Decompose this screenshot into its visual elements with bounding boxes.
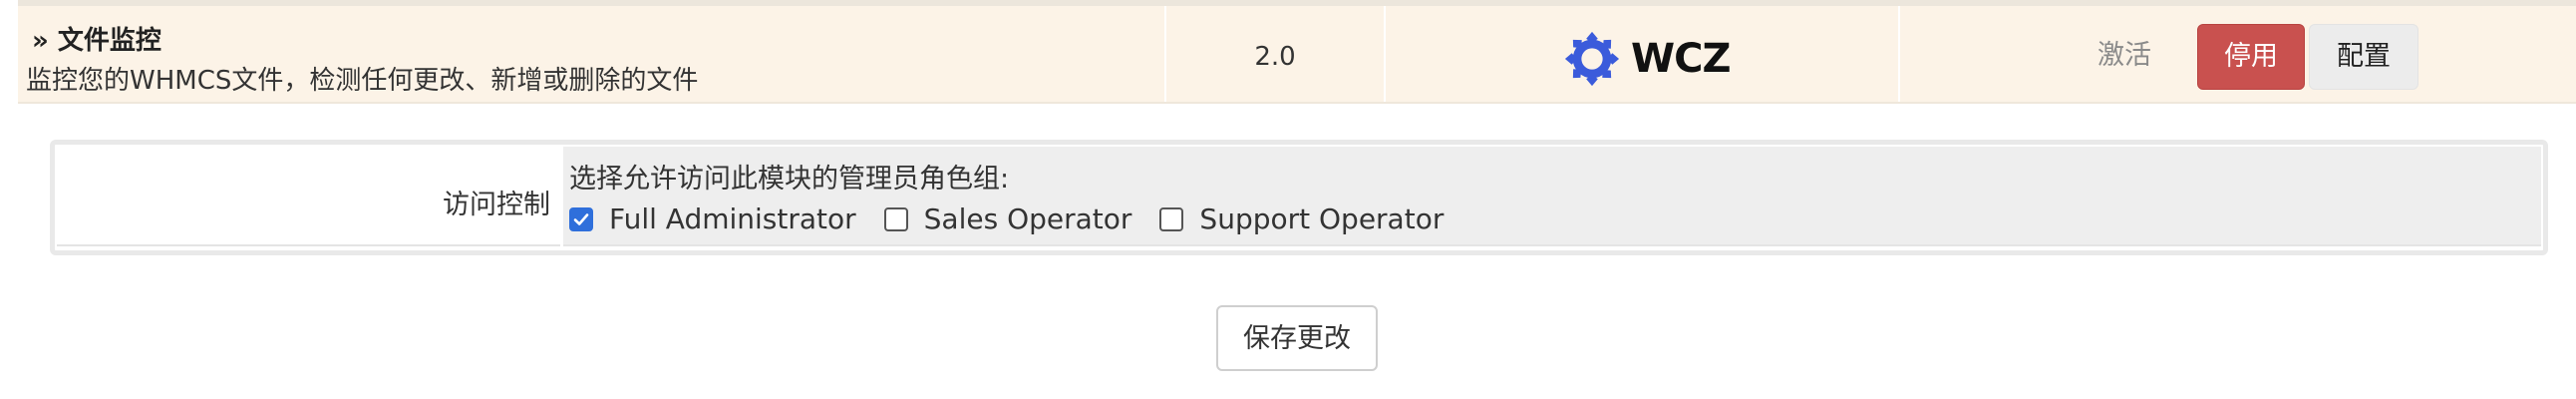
module-version: 2.0 [1254,42,1296,72]
role-checkbox[interactable] [883,206,908,231]
logo-text: WCZ [1631,36,1731,82]
role-label: Support Operator [1199,202,1445,235]
module-description: 监控您的WHMCS文件，检测任何更改、新增或删除的文件 [26,66,699,96]
configure-button[interactable]: 配置 [2309,24,2418,90]
role-checkbox[interactable] [569,206,593,231]
activate-button[interactable]: 激活 [2090,24,2159,88]
module-row: » 文件监控 监控您的WHMCS文件，检测任何更改、新增或删除的文件 2.0 W… [18,0,2576,104]
access-control-label: 访问控制 [443,190,550,220]
role-checkbox-list: Full Administrator Sales Operator Suppor… [569,202,1471,235]
module-logo-cell: WCZ [1384,6,1898,102]
module-title: » 文件监控 [32,26,161,56]
access-control-label-cell: 访问控制 [57,147,560,246]
role-label: Sales Operator [923,202,1132,235]
role-option-sales-operator[interactable]: Sales Operator [883,202,1132,235]
role-checkbox[interactable] [1159,206,1184,231]
disable-button[interactable]: 停用 [2197,24,2305,90]
module-name-cell: » 文件监控 监控您的WHMCS文件，检测任何更改、新增或删除的文件 [18,6,1164,102]
role-label: Full Administrator [609,202,856,235]
role-option-full-administrator[interactable]: Full Administrator [569,202,856,235]
wcz-logo: WCZ [1563,30,1731,88]
access-control-content: 选择允许访问此模块的管理员角色组: Full Administrator Sal… [563,147,2541,246]
save-changes-button[interactable]: 保存更改 [1216,305,1378,371]
role-option-support-operator[interactable]: Support Operator [1159,202,1444,235]
module-actions-cell: 激活 停用 配置 [1898,6,2576,102]
access-control-panel: 访问控制 选择允许访问此模块的管理员角色组: Full Administrato… [50,140,2548,255]
checkmark-icon [573,212,589,225]
module-version-cell: 2.0 [1164,6,1384,102]
wcz-gear-logo-icon [1564,31,1620,87]
access-control-prompt: 选择允许访问此模块的管理员角色组: [569,164,1010,195]
